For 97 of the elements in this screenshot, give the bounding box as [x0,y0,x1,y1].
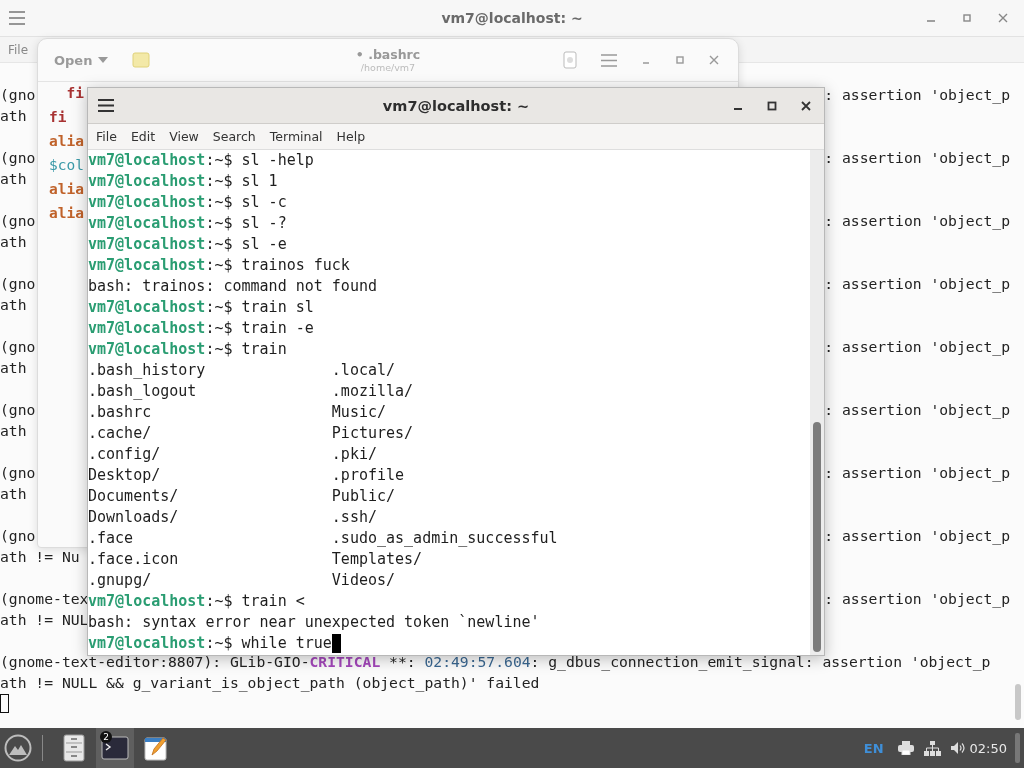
notification-badge: 2 [100,731,112,743]
log-line: : assertion 'object_p [824,526,1010,546]
log-line: ath [0,169,27,189]
document-icon[interactable] [563,51,577,69]
log-line: (gno [0,85,36,105]
log-line: ath [0,484,27,504]
command-line: vm7@localhost:~$ sl -? [88,213,287,234]
scrollbar[interactable] [1015,684,1021,720]
output-line: bash: syntax error near unexpected token `newline' [88,612,540,633]
file-name: .cache/ [88,423,153,444]
file-name: .pki/ [331,444,377,465]
log-line: (gnome-tex [0,589,89,607]
log-line: (gno [0,463,36,483]
command-line: vm7@localhost:~$ train < [88,591,305,612]
file-name: .gnupg/ [88,570,153,591]
log-line: (gno [0,337,36,357]
log-line: ath [0,232,27,252]
command-line: vm7@localhost:~$ train [88,339,287,360]
taskbar-app[interactable]: 2 [96,728,134,768]
code-line: $col [49,156,84,175]
menu-item[interactable]: Help [336,129,366,144]
menu-item[interactable]: Edit [130,129,156,144]
menu-item[interactable]: View [169,129,199,144]
command-line: vm7@localhost:~$ sl 1 [88,171,278,192]
file-name: Downloads/ [88,507,180,528]
file-name: .local/ [331,360,396,381]
scrollbar[interactable] [813,422,821,652]
file-name: .sudo_as_admin_successful [331,528,558,549]
document-title: • .bashrc [355,46,421,62]
log-line: : assertion 'object_p [824,589,1010,609]
log-line: ath != NUL [0,610,89,630]
code-line: alia [49,132,84,151]
panel-handle[interactable] [1015,733,1020,763]
menu-icon[interactable] [98,99,114,112]
log-line: (gno [0,148,36,168]
command-line: vm7@localhost:~$ train -e [88,318,314,339]
log-line: : assertion 'object_p [824,211,1010,231]
output-line: bash: trainos: command not found [88,276,377,297]
mountain-logo-icon[interactable] [4,734,32,762]
menu-item[interactable]: Search [212,129,256,144]
command-line: vm7@localhost:~$ sl -c [88,192,287,213]
file-name: .profile [331,465,405,486]
command-line: vm7@localhost:~$ trainos fuck [88,255,350,276]
log-line: : assertion 'object_p [824,85,1010,105]
command-line: vm7@localhost:~$ sl -e [88,234,287,255]
file-name: .bash_logout [88,381,198,402]
file-name: .face.icon [88,549,180,570]
log-line: (gno [0,211,36,231]
file-name: Pictures/ [331,423,414,444]
log-line: : assertion 'object_p [824,400,1010,420]
code-line: alia [49,204,84,223]
network-icon[interactable] [923,740,941,756]
maximize-icon[interactable] [767,100,777,111]
file-name: Desktop/ [88,465,162,486]
file-name: Templates/ [331,549,423,570]
code-line: fi [49,108,67,127]
log-line: ath != Nu [0,547,80,567]
window-title: vm7@localhost: ~ [441,10,583,26]
clock[interactable]: 02:50 [969,740,1007,756]
log-line: : assertion 'object_p [824,463,1010,483]
file-name: Documents/ [88,486,180,507]
log-line: (gnome-text-editor:8807): GLib-GIO-CRITICAL **: 02:49:57.604: g_dbus_connection_emit_signal: assertion 'object_p [0,652,991,672]
file-name: Public/ [331,486,396,507]
window-title: vm7@localhost: ~ [382,97,530,114]
code-line: fi [65,84,84,103]
command-line: vm7@localhost:~$ sl -help [88,150,314,171]
file-name: .config/ [88,444,162,465]
log-line: ath != NULL && g_variant_is_object_path (object_path)' failed [0,673,540,693]
caret-icon [98,57,109,63]
log-line: ath [0,358,27,378]
log-line: : assertion 'object_p [824,148,1010,168]
file-name: Videos/ [331,570,396,591]
log-line: (gno [0,274,36,294]
file-name: .bash_history [88,360,207,381]
log-line: : assertion 'object_p [824,274,1010,294]
menu-item[interactable]: Terminal [269,129,323,144]
document-path: /home/vm7 [360,61,416,74]
file-name: .mozilla/ [331,381,414,402]
printer-icon[interactable] [897,741,914,755]
log-line: ath [0,295,27,315]
command-line: vm7@localhost:~$ while true [88,633,332,654]
log-line: : assertion 'object_p [824,337,1010,357]
file-name: Music/ [331,402,386,423]
close-icon[interactable] [801,100,811,111]
log-line: (gno [0,400,36,420]
log-line: (gno [0,526,36,546]
file-name: .face [88,528,135,549]
log-line: ath [0,421,27,441]
file-name: .ssh/ [331,507,377,528]
command-line: vm7@localhost:~$ train sl [88,297,314,318]
speaker-icon[interactable] [950,741,966,755]
log-line: ath [0,106,27,126]
file-cabinet-icon [63,734,85,762]
menu-item[interactable]: File [96,129,117,144]
pencil-notepad-icon [144,735,168,761]
code-line: alia [49,180,84,199]
file-name: .bashrc [88,402,153,423]
